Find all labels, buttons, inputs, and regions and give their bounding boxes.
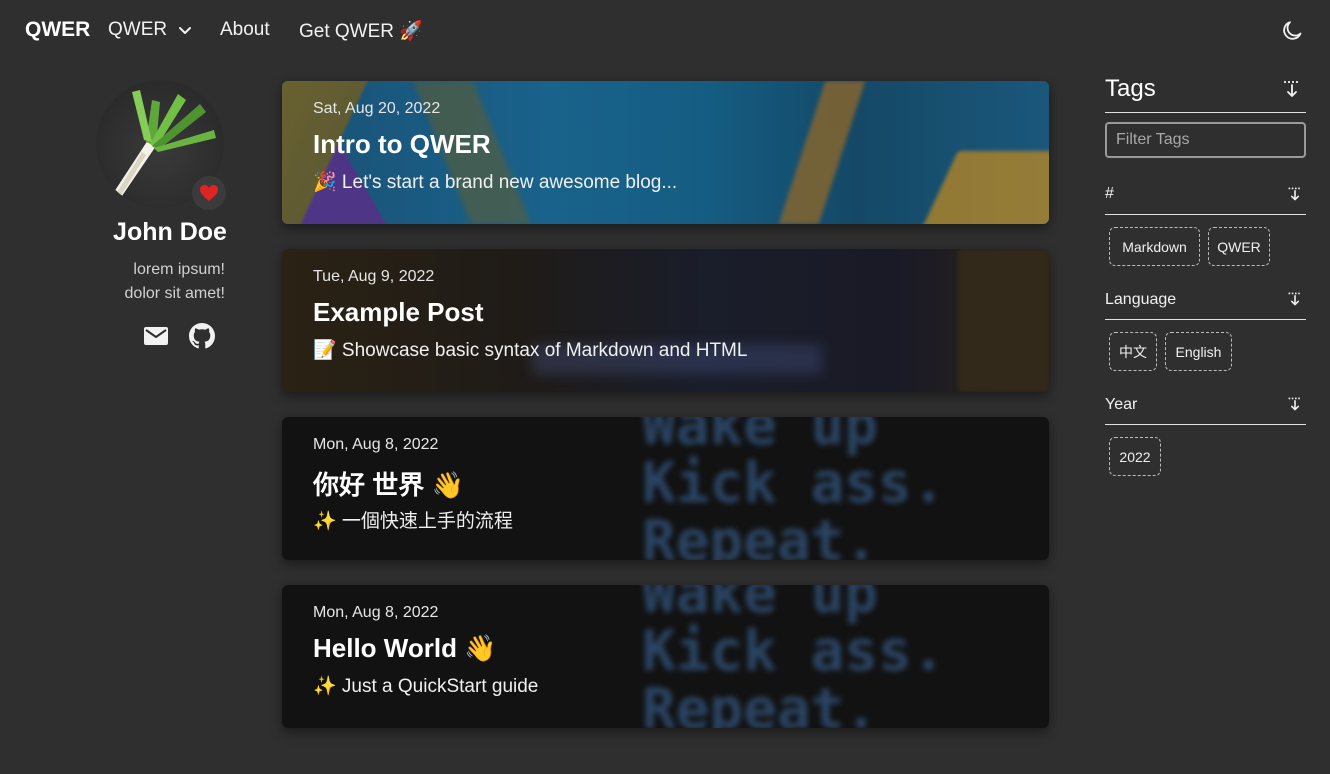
bio-line-1: lorem ipsum! — [133, 261, 225, 278]
filter-tags-input[interactable] — [1105, 122, 1306, 158]
post-date: Mon, Aug 8, 2022 — [313, 436, 439, 453]
divider — [1105, 319, 1306, 320]
post-card[interactable]: Wake up Kick ass. Repeat. Mon, Aug 8, 20… — [282, 417, 1049, 560]
post-title[interactable]: Hello World 👋 — [313, 633, 497, 664]
divider — [1105, 424, 1306, 425]
tag-chip-2022[interactable]: 2022 — [1109, 437, 1161, 476]
post-description: ✨ Just a QuickStart guide — [313, 676, 539, 697]
post-date: Mon, Aug 8, 2022 — [313, 604, 439, 621]
tag-chip-qwer[interactable]: QWER — [1208, 227, 1270, 266]
post-description: 🎉 Let's start a brand new awesome blog..… — [313, 172, 678, 193]
post-card[interactable]: Wake up Kick ass. Repeat. Mon, Aug 8, 20… — [282, 585, 1049, 728]
nav-qwer-dropdown[interactable]: QWER — [108, 19, 193, 41]
divider — [1105, 112, 1306, 113]
profile-name: John Doe — [113, 218, 227, 246]
site-brand-link[interactable]: QWER — [25, 18, 90, 42]
divider — [1105, 214, 1306, 215]
cover-image-text: Wake up Kick ass. Repeat. — [642, 417, 946, 560]
nav-qwer-label: QWER — [108, 19, 168, 40]
nav-about-link[interactable]: About — [220, 19, 270, 41]
tag-section-hash: # — [1105, 185, 1114, 202]
post-description: 📝 Showcase basic syntax of Markdown and … — [313, 340, 748, 361]
post-title[interactable]: Example Post — [313, 297, 484, 328]
top-nav-bar: QWER QWER About Get QWER 🚀 — [0, 0, 1330, 62]
dark-mode-toggle-moon-icon[interactable] — [1280, 19, 1304, 43]
bio-line-2: dolor sit amet! — [124, 285, 225, 302]
post-card[interactable]: Sat, Aug 20, 2022 Intro to QWER 🎉 Let's … — [282, 81, 1049, 224]
sort-descending-icon[interactable] — [1287, 396, 1303, 412]
post-description: ✨ 一個快速上手的流程 — [313, 511, 513, 532]
sort-descending-icon[interactable] — [1287, 291, 1303, 307]
heart-badge — [192, 176, 226, 210]
post-date: Sat, Aug 20, 2022 — [313, 100, 441, 117]
tags-heading: Tags — [1105, 75, 1156, 102]
chevron-down-icon — [179, 27, 192, 34]
heart-icon — [200, 185, 218, 201]
tag-chip-chinese[interactable]: 中文 — [1109, 332, 1157, 371]
email-icon[interactable] — [143, 323, 169, 349]
cover-image-text: Wake up Kick ass. Repeat. — [642, 585, 946, 728]
github-icon[interactable] — [189, 323, 215, 349]
profile-avatar — [96, 80, 226, 210]
post-title[interactable]: Intro to QWER — [313, 129, 491, 160]
tag-chip-markdown[interactable]: Markdown — [1109, 227, 1200, 266]
nav-get-qwer-link[interactable]: Get QWER 🚀 — [299, 19, 423, 43]
profile-bio: lorem ipsum! dolor sit amet! — [60, 258, 225, 306]
tag-section-year: Year — [1105, 396, 1138, 413]
sort-descending-icon[interactable] — [1287, 186, 1303, 202]
post-title[interactable]: 你好 世界 👋 — [313, 465, 464, 502]
sort-descending-icon[interactable] — [1282, 79, 1302, 99]
tag-section-language: Language — [1105, 291, 1177, 308]
tag-chip-english[interactable]: English — [1165, 332, 1232, 371]
post-date: Tue, Aug 9, 2022 — [313, 268, 435, 285]
post-card[interactable]: Tue, Aug 9, 2022 Example Post 📝 Showcase… — [282, 249, 1049, 392]
